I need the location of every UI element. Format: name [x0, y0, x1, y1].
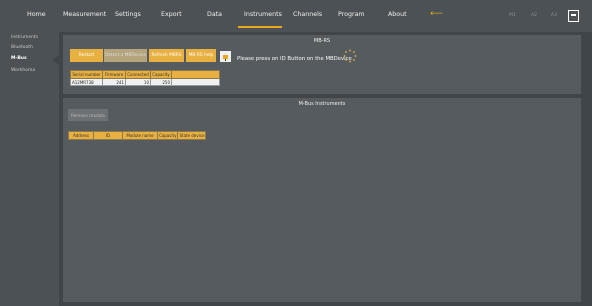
mbus-title: M-Bus Instruments: [298, 101, 346, 107]
header-module-name: Module name: [122, 131, 158, 140]
top-navigation-bar: Home Measurement Settings Export Data In…: [0, 0, 592, 32]
header-capacity: Capacity: [150, 70, 172, 79]
cell-serial-number: A12MR738: [70, 78, 103, 86]
selection-pointer: [52, 55, 59, 65]
active-tab-indicator: [238, 26, 282, 28]
header-id: ID: [93, 131, 123, 140]
cell-firmware: 241: [102, 78, 126, 86]
nav-about[interactable]: About: [388, 11, 407, 18]
cell-capacity: 250: [150, 78, 172, 86]
nav-home[interactable]: Home: [27, 11, 46, 18]
nav-program[interactable]: Program: [338, 11, 365, 18]
status-a2: A2: [531, 13, 537, 18]
loading-spinner-icon: [343, 49, 357, 63]
device-icon: [220, 51, 231, 62]
status-m1: M1: [509, 13, 516, 18]
nav-data[interactable]: Data: [207, 11, 222, 18]
nav-settings[interactable]: Settings: [115, 11, 141, 18]
header-firmware: Firmware: [102, 70, 126, 79]
mbus-table: Address ID Module name Capacity State de…: [68, 131, 207, 140]
sidebar-item-mbus[interactable]: M-Bus: [11, 56, 27, 61]
back-arrow-icon[interactable]: ⟵: [430, 9, 443, 19]
sidebar-item-bluetooth[interactable]: Bluetooth: [11, 45, 33, 50]
mbrs-title: MB-RS: [313, 38, 331, 44]
cell-empty: [171, 78, 220, 86]
refresh-mbrs-button[interactable]: Refresh MBRS: [149, 49, 184, 62]
sidebar: Instruments Bluetooth M-Bus Workhoma: [0, 32, 59, 306]
header-address: Address: [68, 131, 94, 140]
detect-device-button[interactable]: Detect a MBDevice: [104, 49, 147, 62]
table-row[interactable]: A12MR738 241 10 250: [70, 78, 220, 86]
nav-instruments[interactable]: Instruments: [244, 11, 282, 18]
sidebar-item-instruments[interactable]: Instruments: [11, 35, 38, 40]
header-capacity: Capacity: [156, 131, 179, 140]
header-empty: [171, 70, 220, 79]
header-serial-number: Serial number: [70, 70, 103, 79]
status-a3: A3: [551, 13, 557, 18]
header-state-device: State device: [177, 131, 207, 140]
header-connected: Connected: [125, 70, 151, 79]
exit-icon[interactable]: [568, 10, 579, 22]
nav-channels[interactable]: Channels: [293, 11, 322, 18]
instruction-message: Please press on ID Button on the MBDevic…: [237, 56, 352, 62]
mbus-panel: M-Bus Instruments Remove module Address …: [63, 98, 581, 302]
nav-measurement[interactable]: Measurement: [63, 11, 106, 18]
cell-connected: 10: [125, 78, 151, 86]
restart-button[interactable]: Restart: [70, 49, 103, 62]
sidebar-item-workhoma[interactable]: Workhoma: [11, 68, 35, 73]
mbrs-help-button[interactable]: MB-RS help: [186, 49, 216, 62]
mbrs-table: Serial number Firmware Connected Capacit…: [70, 70, 220, 86]
mbrs-panel: MB-RS Restart Detect a MBDevice Refresh …: [63, 35, 581, 94]
nav-export[interactable]: Export: [161, 11, 182, 18]
remove-module-button[interactable]: Remove module: [68, 109, 108, 121]
